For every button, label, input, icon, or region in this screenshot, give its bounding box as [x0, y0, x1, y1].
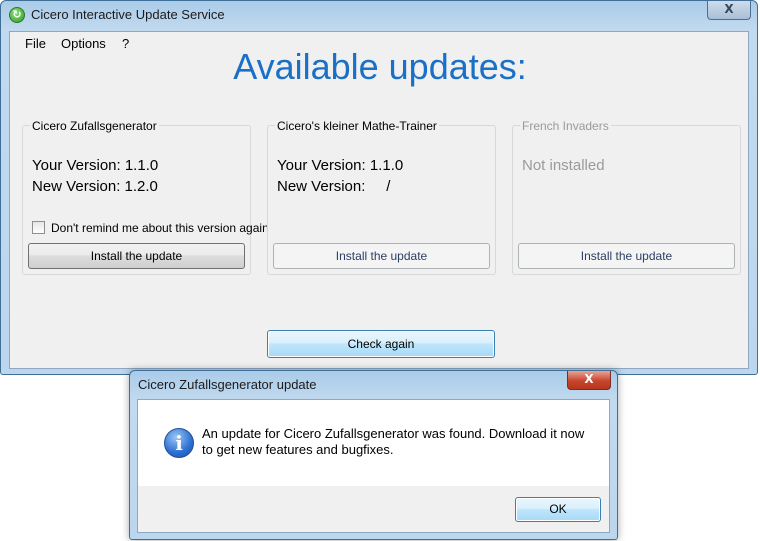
page-title: Available updates: [233, 46, 527, 87]
not-installed-status: Not installed [522, 157, 605, 174]
your-version: Your Version: 1.1.0 [277, 157, 404, 174]
dialog-title: Cicero Zufallsgenerator update [138, 377, 317, 392]
install-update-button[interactable]: Install the update [28, 243, 245, 269]
group-zufallsgenerator: Cicero Zufallsgenerator Your Version: 1.… [22, 119, 269, 275]
window-title: Cicero Interactive Update Service [31, 7, 225, 22]
update-dialog: Cicero Zufallsgenerator update X i An up… [129, 370, 618, 540]
dialog-close-button[interactable]: X [567, 371, 611, 390]
install-update-button[interactable]: Install the update [518, 243, 735, 269]
group-title: Cicero's kleiner Mathe-Trainer [275, 119, 439, 133]
client-area: File Options ? Available updates: Cicero… [9, 31, 749, 369]
info-icon: i [164, 428, 194, 458]
group-french-invaders: French Invaders Not installed Install th… [512, 119, 741, 275]
dialog-body: i An update for Cicero Zufallsgenerator … [138, 400, 609, 486]
dont-remind-label[interactable]: Don't remind me about this version again [51, 221, 269, 235]
ok-button[interactable]: OK [515, 497, 601, 522]
group-mathe-trainer: Cicero's kleiner Mathe-Trainer Your Vers… [267, 119, 496, 275]
group-title: French Invaders [520, 119, 611, 133]
install-update-button[interactable]: Install the update [273, 243, 490, 269]
new-version: New Version: 1.2.0 [32, 178, 158, 195]
dialog-client: i An update for Cicero Zufallsgenerator … [137, 399, 610, 533]
close-button[interactable]: X [707, 1, 751, 20]
dialog-message: An update for Cicero Zufallsgenerator wa… [202, 426, 585, 457]
main-window: ↻ Cicero Interactive Update Service X Fi… [0, 0, 758, 375]
your-version: Your Version: 1.1.0 [32, 157, 159, 174]
dont-remind-checkbox[interactable] [32, 221, 45, 234]
new-version: New Version: / [277, 178, 391, 195]
check-again-button[interactable]: Check again [267, 330, 495, 358]
group-title: Cicero Zufallsgenerator [30, 119, 159, 133]
refresh-icon[interactable]: ↻ [9, 7, 25, 23]
